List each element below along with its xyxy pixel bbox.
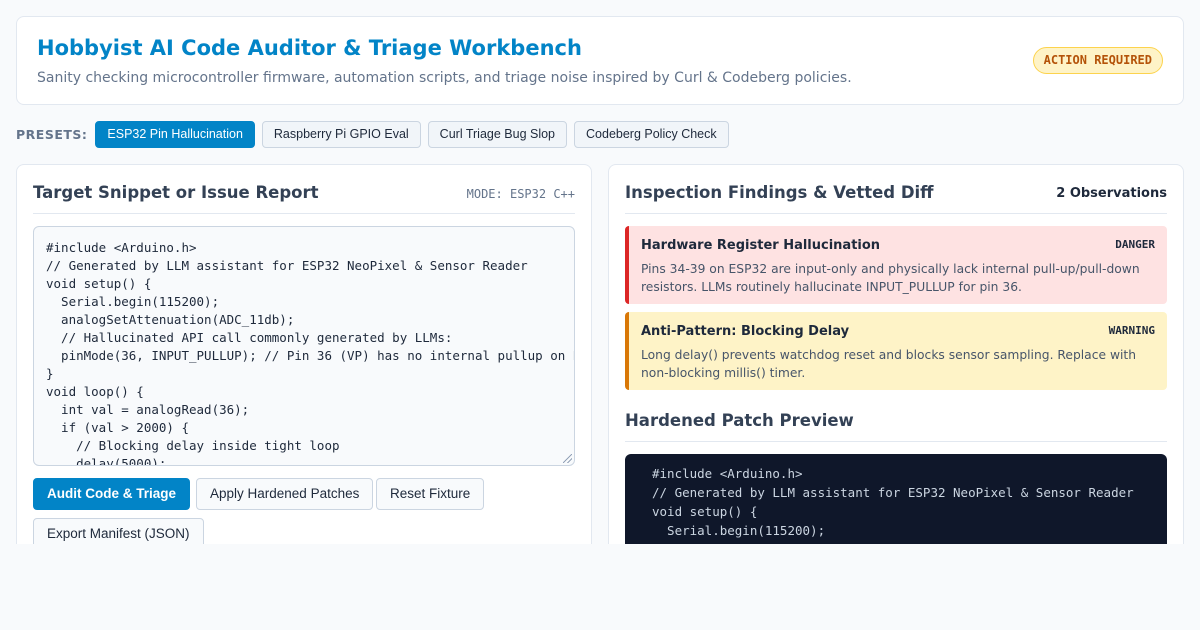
preset-raspberry-pi-gpio-eval[interactable]: Raspberry Pi GPIO Eval <box>261 121 421 148</box>
export-manifest-button[interactable]: Export Manifest (JSON) <box>33 518 204 544</box>
findings-panel: Inspection Findings & Vetted Diff 2 Obse… <box>608 164 1184 544</box>
findings-panel-title: Inspection Findings & Vetted Diff <box>625 183 934 202</box>
resize-handle-icon[interactable] <box>563 454 572 463</box>
code-input-content: #include <Arduino.h> // Generated by LLM… <box>46 240 574 466</box>
finding-description: Pins 34-39 on ESP32 are input-only and p… <box>641 262 1140 294</box>
input-panel-title: Target Snippet or Issue Report <box>33 183 319 202</box>
finding-card-danger: Hardware Register Hallucination DANGER P… <box>625 226 1167 304</box>
observation-count: 2 Observations <box>1056 186 1167 201</box>
finding-title: Hardware Register Hallucination <box>641 238 881 253</box>
preset-esp32-pin-hallucination[interactable]: ESP32 Pin Hallucination <box>95 121 255 148</box>
mode-indicator: MODE: ESP32 C++ <box>466 187 575 201</box>
presets-label: PRESETS: <box>16 127 88 142</box>
finding-title: Anti-Pattern: Blocking Delay <box>641 324 850 339</box>
audit-code-button[interactable]: Audit Code & Triage <box>33 478 191 510</box>
finding-severity: DANGER <box>1115 238 1155 251</box>
patch-preview-code[interactable]: #include <Arduino.h> // Generated by LLM… <box>625 454 1167 544</box>
patch-code-content: #include <Arduino.h> // Generated by LLM… <box>652 466 1134 544</box>
input-panel: Target Snippet or Issue Report MODE: ESP… <box>16 164 592 544</box>
patch-preview-header: Hardened Patch Preview <box>625 391 1167 442</box>
preset-codeberg-policy-check[interactable]: Codeberg Policy Check <box>574 121 729 148</box>
input-panel-header: Target Snippet or Issue Report MODE: ESP… <box>33 165 575 214</box>
code-input-textarea[interactable]: #include <Arduino.h> // Generated by LLM… <box>33 226 575 466</box>
reset-fixture-button[interactable]: Reset Fixture <box>376 478 485 510</box>
status-badge: ACTION REQUIRED <box>1032 47 1163 74</box>
app-header: Hobbyist AI Code Auditor & Triage Workbe… <box>16 16 1184 105</box>
finding-description: Long delay() prevents watchdog reset and… <box>641 348 1137 380</box>
findings-panel-header: Inspection Findings & Vetted Diff 2 Obse… <box>625 165 1167 214</box>
preset-bar: PRESETS: ESP32 Pin Hallucination Raspber… <box>16 121 729 148</box>
page-subtitle: Sanity checking microcontroller firmware… <box>37 70 852 86</box>
finding-card-warning: Anti-Pattern: Blocking Delay WARNING Lon… <box>625 312 1167 390</box>
preset-curl-triage-bug-slop[interactable]: Curl Triage Bug Slop <box>427 121 568 148</box>
apply-patches-button[interactable]: Apply Hardened Patches <box>196 478 374 510</box>
page-title: Hobbyist AI Code Auditor & Triage Workbe… <box>37 36 582 60</box>
finding-severity: WARNING <box>1108 324 1155 337</box>
patch-preview-title: Hardened Patch Preview <box>625 411 854 430</box>
